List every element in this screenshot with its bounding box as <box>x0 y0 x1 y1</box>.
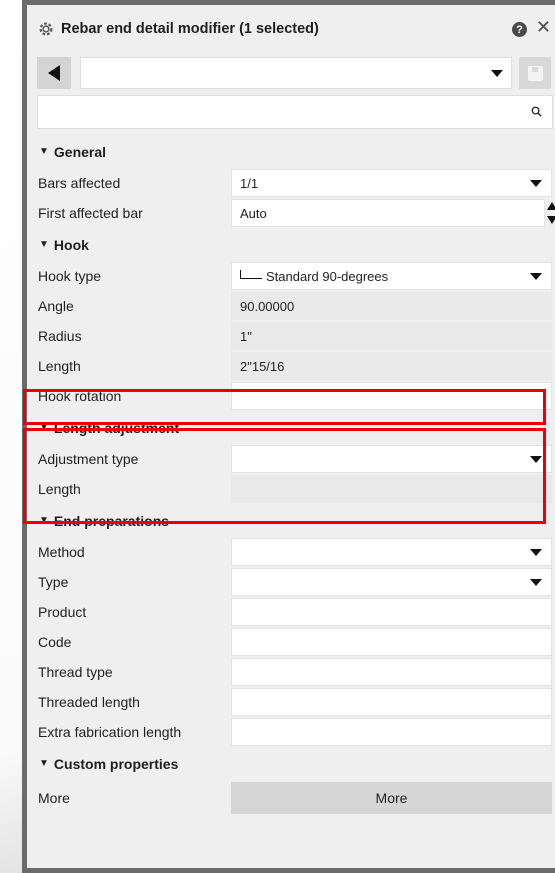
field-label: Code <box>38 634 72 650</box>
field-label: Hook type <box>38 268 102 284</box>
spin-arrows-icon[interactable] <box>547 202 555 226</box>
first-affected-bar-stepper[interactable]: Auto <box>231 199 555 227</box>
field-value: 1" <box>240 329 252 344</box>
collapse-arrow-icon: ▼ <box>39 758 49 769</box>
row-type: Type <box>27 567 555 597</box>
row-radius: Radius 1" <box>27 321 555 351</box>
field-label: Method <box>38 544 85 560</box>
row-code: Code <box>27 627 555 657</box>
bars-affected-select[interactable]: 1/1 <box>231 169 552 197</box>
chevron-down-icon <box>530 180 542 187</box>
toolbar <box>37 57 555 89</box>
field-label: Angle <box>38 298 74 314</box>
field-value: Standard 90-degrees <box>266 269 389 284</box>
search-input[interactable] <box>37 95 553 129</box>
back-arrow-icon <box>48 65 60 81</box>
row-hook-length: Length 2"15/16 <box>27 351 555 381</box>
close-icon[interactable]: ✕ <box>536 17 551 38</box>
collapse-arrow-icon: ▼ <box>39 239 49 250</box>
title-bar: Rebar end detail modifier (1 selected) ?… <box>27 5 555 53</box>
help-icon[interactable]: ? <box>512 22 527 37</box>
field-label: Bars affected <box>38 175 121 191</box>
product-field[interactable] <box>231 598 552 626</box>
thread-type-field[interactable] <box>231 658 552 686</box>
section-custom-properties[interactable]: ▼ Custom properties <box>27 747 555 780</box>
extra-fabrication-length-field[interactable] <box>231 718 552 746</box>
highlight-box-length-adjustment <box>23 428 546 524</box>
section-title: Custom properties <box>53 755 179 772</box>
angle-field: 90.00000 <box>231 292 552 320</box>
section-title: General <box>53 143 107 160</box>
field-label: More <box>38 790 70 806</box>
field-label: Extra fabrication length <box>38 724 182 740</box>
preset-select[interactable] <box>80 57 512 89</box>
section-general[interactable]: ▼ General <box>27 135 555 168</box>
chevron-down-icon <box>530 549 542 556</box>
row-thread-type: Thread type <box>27 657 555 687</box>
hook-length-field: 2"15/16 <box>231 352 552 380</box>
radius-field: 1" <box>231 322 552 350</box>
window-title: Rebar end detail modifier (1 selected) <box>61 21 319 37</box>
row-angle: Angle 90.00000 <box>27 291 555 321</box>
type-select[interactable] <box>231 568 552 596</box>
back-button[interactable] <box>37 57 71 89</box>
save-button[interactable] <box>519 57 551 89</box>
field-value: 1/1 <box>240 176 259 191</box>
row-first-affected-bar: First affected bar Auto <box>27 198 555 228</box>
field-value: Auto <box>240 206 267 221</box>
code-field[interactable] <box>231 628 552 656</box>
hook-shape-icon <box>240 270 262 280</box>
collapse-arrow-icon: ▼ <box>39 146 49 157</box>
field-label: Threaded length <box>38 694 140 710</box>
chevron-down-icon <box>491 70 503 77</box>
field-label: Radius <box>38 328 82 344</box>
field-value: 2"15/16 <box>240 359 285 374</box>
field-label: Thread type <box>38 664 113 680</box>
highlight-box-hook-rotation <box>23 389 546 425</box>
row-product: Product <box>27 597 555 627</box>
chevron-down-icon <box>530 579 542 586</box>
row-method: Method <box>27 537 555 567</box>
threaded-length-field[interactable] <box>231 688 552 716</box>
more-button[interactable]: More <box>231 782 552 814</box>
field-value: 90.00000 <box>240 299 295 314</box>
method-select[interactable] <box>231 538 552 566</box>
field-label: First affected bar <box>38 205 143 221</box>
field-label: Product <box>38 604 87 620</box>
row-bars-affected: Bars affected 1/1 <box>27 168 555 198</box>
search-icon <box>531 106 542 117</box>
gear-icon <box>39 22 53 36</box>
hook-type-select[interactable]: Standard 90-degrees <box>231 262 552 290</box>
field-label: Length <box>38 358 81 374</box>
section-hook[interactable]: ▼ Hook <box>27 228 555 261</box>
row-hook-type: Hook type Standard 90-degrees <box>27 261 555 291</box>
row-extra-fabrication-length: Extra fabrication length <box>27 717 555 747</box>
section-title: Hook <box>53 236 89 253</box>
row-more: More More <box>27 780 555 816</box>
field-label: Type <box>38 574 69 590</box>
save-icon <box>527 65 543 81</box>
chevron-down-icon <box>530 273 542 280</box>
row-threaded-length: Threaded length <box>27 687 555 717</box>
